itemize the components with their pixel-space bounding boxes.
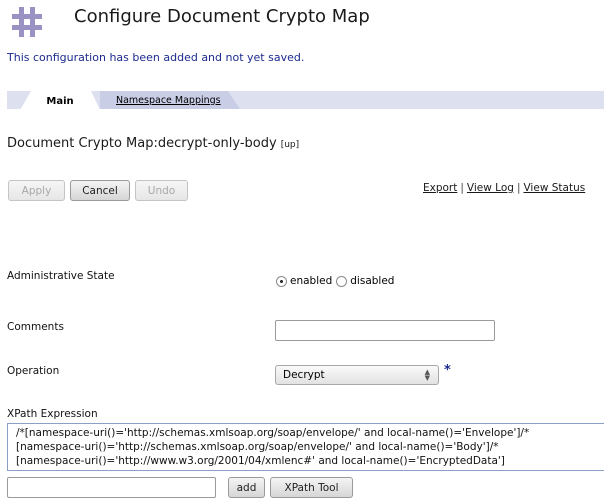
tab-main[interactable]: Main [19, 91, 101, 112]
disabled-radio[interactable] [336, 275, 348, 287]
view-status-link[interactable]: View Status [523, 182, 585, 194]
enabled-radio[interactable] [276, 275, 287, 287]
xpath-line: /*[namespace-uri()='http://schemas.xmlso… [16, 427, 530, 439]
add-button[interactable]: add [228, 477, 265, 498]
xpath-expression-textarea[interactable]: /*[namespace-uri()='http://schemas.xmlso… [7, 423, 604, 471]
xpath-tool-button[interactable]: XPath Tool [270, 477, 353, 498]
action-links: Export | View Log | View Status [423, 182, 585, 194]
xpath-label: XPath Expression [7, 408, 98, 420]
operation-select[interactable]: Decrypt ▲ ▼ [275, 365, 439, 385]
link-separator: | [516, 182, 521, 194]
xpath-input[interactable] [7, 477, 216, 498]
page-title: Configure Document Crypto Map [74, 6, 370, 27]
up-link[interactable]: [up] [281, 140, 299, 150]
xpath-line: [namespace-uri()='http://www.w3.org/2001… [16, 455, 505, 467]
undo-button[interactable]: Undo [135, 180, 188, 201]
apply-button[interactable]: Apply [8, 180, 65, 201]
tab-namespace-mappings[interactable]: Namespace Mappings [100, 91, 240, 109]
object-title-text: Document Crypto Map:decrypt-only-body [7, 136, 277, 151]
operation-select-value: Decrypt [283, 369, 325, 381]
comments-input[interactable] [275, 320, 495, 341]
xpath-line: [namespace-uri()='http://schemas.xmlsoap… [16, 441, 499, 453]
operation-label: Operation [7, 365, 60, 377]
cancel-button[interactable]: Cancel [70, 180, 130, 201]
admin-state-radio-group: enabled disabled [276, 275, 394, 287]
required-marker: * [444, 363, 451, 378]
export-link[interactable]: Export [423, 182, 457, 194]
comments-label: Comments [7, 321, 64, 333]
enabled-radio-label[interactable]: enabled [290, 275, 332, 287]
status-message: This configuration has been added and no… [7, 51, 305, 64]
disabled-radio-label[interactable]: disabled [350, 275, 394, 287]
link-separator: | [460, 182, 464, 194]
datapower-grid-logo-icon [12, 7, 42, 37]
select-stepper-icon: ▲ ▼ [424, 368, 430, 382]
view-log-link[interactable]: View Log [467, 182, 514, 194]
object-title: Document Crypto Map:decrypt-only-body [up… [7, 136, 299, 151]
admin-state-label: Administrative State [7, 270, 115, 282]
